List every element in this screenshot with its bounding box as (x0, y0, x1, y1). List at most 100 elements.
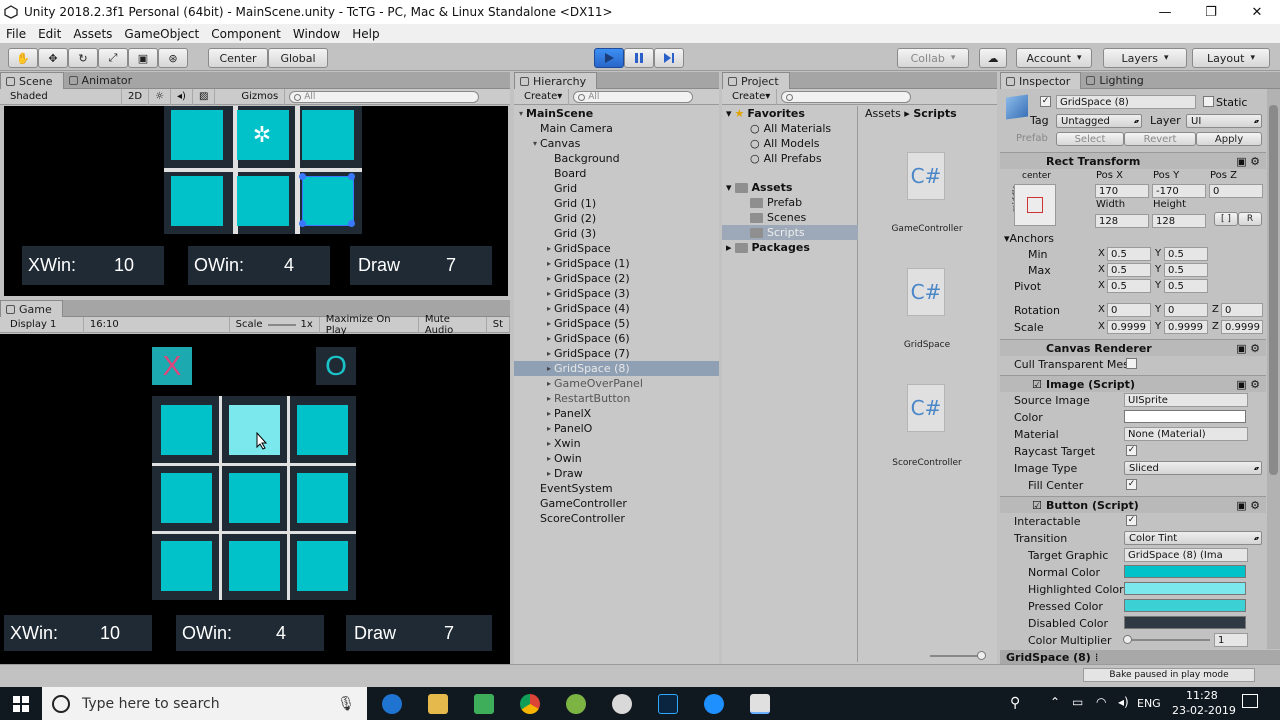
normal-color-swatch[interactable] (1124, 565, 1246, 578)
scene-grid-space[interactable] (171, 176, 223, 226)
height-field[interactable]: 128 (1152, 214, 1206, 228)
breadcrumb-assets[interactable]: Assets (865, 107, 901, 120)
expand-right-icon[interactable]: ▸ (544, 454, 554, 463)
pos-x-field[interactable]: 170 (1095, 184, 1149, 198)
gizmos-dropdown[interactable]: Gizmos (235, 88, 286, 105)
expand-right-icon[interactable]: ▸ (544, 304, 554, 313)
hierarchy-item[interactable]: ▸ GridSpace (7) (514, 346, 719, 361)
prefab-apply-button[interactable]: Apply (1196, 132, 1262, 146)
fav-all-prefabs[interactable]: ○ All Prefabs (750, 151, 822, 166)
menu-window[interactable]: Window (287, 27, 346, 41)
script-scorecontroller[interactable]: ScoreController (867, 458, 987, 468)
expand-right-icon[interactable]: ▸ (544, 319, 554, 328)
menu-component[interactable]: Component (205, 27, 287, 41)
material-field[interactable]: None (Material) (1124, 427, 1248, 441)
hierarchy-search-input[interactable]: All (573, 90, 694, 103)
chrome-icon[interactable] (520, 694, 540, 714)
game-grid-space[interactable] (229, 541, 280, 591)
image-header[interactable]: ☑ Image (Script) ▣ ⚙ (1000, 375, 1266, 392)
hierarchy-item[interactable]: ▸ GridSpace (3) (514, 286, 719, 301)
expand-right-icon[interactable]: ▸ (544, 274, 554, 283)
cull-transparent-checkbox[interactable] (1126, 358, 1137, 369)
hierarchy-item[interactable]: ▸ GridSpace (514, 241, 719, 256)
step-button[interactable] (654, 48, 684, 68)
expand-right-icon[interactable]: ▸ (544, 244, 554, 253)
hierarchy-item[interactable]: ▸ Owin (514, 451, 719, 466)
tab-project[interactable]: Project (722, 72, 790, 89)
hierarchy-scene-root[interactable]: ▾ MainScene (514, 106, 719, 121)
tab-animator[interactable]: Animator (64, 72, 143, 89)
project-create-dropdown[interactable]: Create ▾ (726, 88, 778, 105)
scene-grid-space[interactable] (302, 110, 354, 160)
menu-assets[interactable]: Assets (67, 27, 118, 41)
app-icon[interactable] (612, 694, 632, 714)
folder-scenes[interactable]: Scenes (750, 210, 806, 225)
layout-dropdown[interactable]: Layout (1192, 48, 1270, 68)
static-checkbox[interactable] (1203, 96, 1214, 107)
folder-scripts[interactable]: Scripts (722, 225, 858, 240)
scale-y-field[interactable]: 0.9999 (1164, 320, 1208, 334)
android-studio-icon[interactable] (566, 694, 586, 714)
hierarchy-create-dropdown[interactable]: Create ▾ (518, 88, 570, 105)
button-header[interactable]: ☑ Button (Script) ▣ ⚙ (1000, 496, 1266, 513)
scene-grid-space[interactable] (237, 176, 289, 226)
app-icon[interactable] (474, 694, 494, 714)
image-enabled-checkbox[interactable]: ☑ (1032, 378, 1042, 391)
blueprint-mode-icon[interactable]: [ ] (1214, 212, 1238, 226)
maximize-icon[interactable]: ❐ (1188, 0, 1234, 24)
expand-right-icon[interactable]: ▸ (544, 394, 554, 403)
rotation-z-field[interactable]: 0 (1221, 303, 1263, 317)
people-icon[interactable]: ⚲ (1010, 695, 1020, 711)
scale-x-field[interactable]: 0.9999 (1107, 320, 1151, 334)
game-grid-space[interactable] (161, 473, 212, 523)
close-icon[interactable]: ✕ (1234, 0, 1280, 24)
expand-right-icon[interactable]: ▸ (544, 379, 554, 388)
tab-lighting[interactable]: Lighting (1081, 72, 1153, 89)
color-multiplier-field[interactable]: 1 (1214, 633, 1248, 647)
hierarchy-item[interactable]: Grid (514, 181, 719, 196)
notifications-icon[interactable] (1242, 694, 1258, 708)
language-indicator[interactable]: ENG (1137, 697, 1161, 710)
game-grid-space[interactable] (229, 473, 280, 523)
anchor-preset-button[interactable] (1014, 184, 1056, 226)
transition-dropdown[interactable]: Color Tint (1124, 531, 1262, 545)
minimize-icon[interactable]: — (1142, 0, 1188, 24)
account-dropdown[interactable]: Account (1016, 48, 1092, 68)
hierarchy-item[interactable]: Main Camera (514, 121, 719, 136)
hierarchy-item[interactable]: ▸ RestartButton (514, 391, 719, 406)
game-grid-space-hovered[interactable] (229, 405, 280, 455)
pivot-global-button[interactable]: Global (268, 48, 328, 68)
project-search-input[interactable] (781, 90, 912, 103)
selection-handle[interactable] (299, 220, 306, 227)
lighting-toggle-icon[interactable]: ☼ (149, 88, 172, 105)
expand-right-icon[interactable]: ▸ (544, 409, 554, 418)
prefab-revert-button[interactable]: Revert (1124, 132, 1196, 146)
anchor-min-y-field[interactable]: 0.5 (1164, 247, 1208, 261)
hierarchy-item[interactable]: ▸ PanelO (514, 421, 719, 436)
inspector-scrollbar[interactable] (1267, 89, 1280, 649)
game-grid-space[interactable] (161, 405, 212, 455)
disabled-color-swatch[interactable] (1124, 616, 1246, 629)
canvas-renderer-header[interactable]: Canvas Renderer ▣ ⚙ (1000, 339, 1266, 356)
hierarchy-item[interactable]: ScoreController (514, 511, 719, 526)
image-type-dropdown[interactable]: Sliced (1124, 461, 1262, 475)
source-image-field[interactable]: UISprite (1124, 393, 1248, 407)
game-grid-space[interactable] (297, 541, 348, 591)
icon-size-slider-thumb[interactable] (977, 651, 986, 660)
mute-audio-toggle[interactable]: Mute Audio (419, 314, 487, 336)
hierarchy-item[interactable]: ▸ GridSpace (8) (514, 361, 719, 376)
raycast-checkbox[interactable]: ✓ (1126, 445, 1137, 456)
game-grid-space[interactable] (297, 473, 348, 523)
hierarchy-item[interactable]: ▸ GridSpace (1) (514, 256, 719, 271)
width-field[interactable]: 128 (1095, 214, 1149, 228)
shading-dropdown[interactable]: Shaded (4, 88, 122, 105)
pause-button[interactable] (624, 48, 654, 68)
hierarchy-item[interactable]: ▸ PanelX (514, 406, 719, 421)
tab-inspector[interactable]: Inspector (1000, 72, 1082, 89)
expand-right-icon[interactable]: ▸ (544, 364, 554, 373)
pos-y-field[interactable]: -170 (1152, 184, 1206, 198)
pivot-x-field[interactable]: 0.5 (1107, 279, 1151, 293)
volume-icon[interactable]: ◂) (1118, 695, 1129, 709)
transform-tool-icon[interactable]: ⊛ (158, 48, 188, 68)
hierarchy-item[interactable]: ▸ GridSpace (2) (514, 271, 719, 286)
